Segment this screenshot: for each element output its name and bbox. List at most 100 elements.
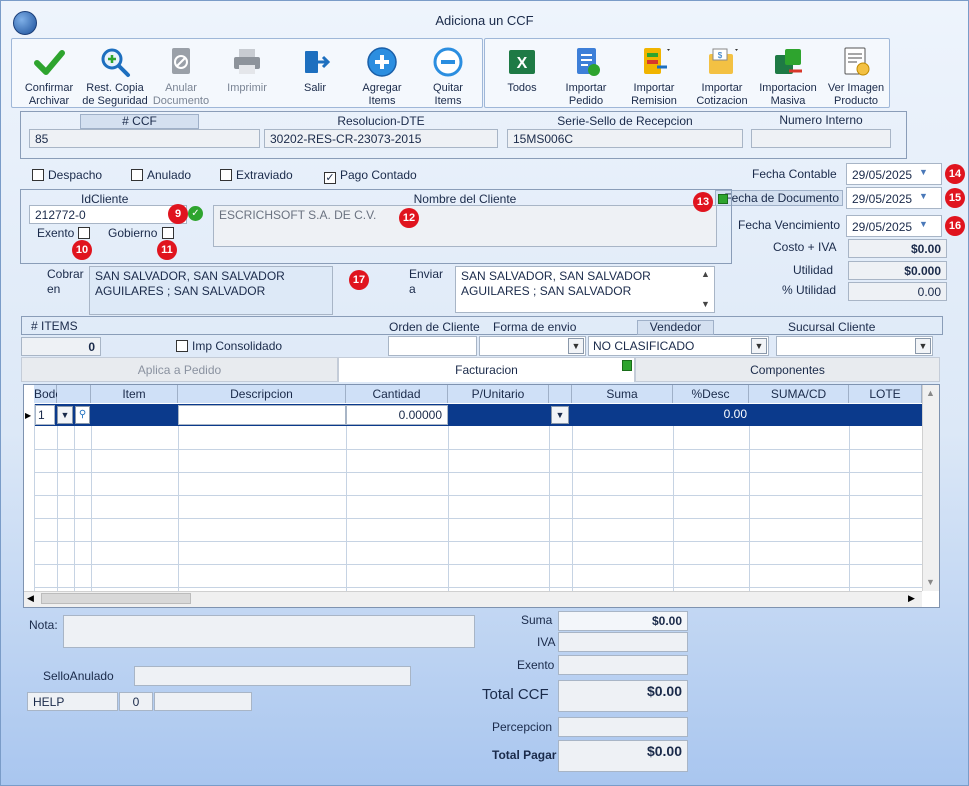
quitar-items-button[interactable]: Quitar Items: [411, 45, 485, 108]
utilidad-field: $0.000: [848, 261, 947, 280]
view-image-icon: [844, 47, 870, 76]
col-desc-header[interactable]: %Desc: [673, 385, 749, 403]
scroll-down-icon[interactable]: ▼: [926, 577, 935, 587]
forma-envio-label: Forma de envio: [493, 320, 577, 334]
chevron-down-icon[interactable]: ▼: [915, 338, 931, 354]
tab-componentes[interactable]: Componentes: [635, 357, 940, 382]
table-row[interactable]: [34, 404, 922, 426]
gobierno-checkbox[interactable]: [162, 227, 174, 239]
resolucion-field[interactable]: 30202-RES-CR-23073-2015: [264, 129, 498, 148]
pct-utilidad-label: % Utilidad: [782, 283, 837, 297]
col-lote-header[interactable]: LOTE: [849, 385, 922, 403]
importar-cotizacion-button[interactable]: $ Importar Cotizacion: [685, 45, 759, 108]
fecha-vencimiento-dropdown-icon[interactable]: ▼: [919, 219, 928, 229]
todos-button[interactable]: X Todos: [485, 45, 559, 95]
serie-sello-field[interactable]: 15MS006C: [507, 129, 743, 148]
numero-interno-field[interactable]: [751, 129, 891, 148]
cell-bodega[interactable]: 1: [35, 405, 55, 425]
salir-button[interactable]: Salir: [278, 45, 352, 95]
grid-line: [34, 449, 922, 450]
total-ccf-field: $0.00: [558, 680, 688, 712]
imp-consolidado-checkbox[interactable]: Imp Consolidado: [176, 339, 282, 353]
agregar-items-button[interactable]: Agregar Items: [345, 45, 419, 108]
fecha-documento-label: Fecha de Documento: [715, 190, 843, 206]
cell-cantidad[interactable]: 0.00000: [346, 405, 448, 425]
serie-sello-label: Serie-Sello de Recepcion: [557, 114, 693, 128]
grid-line: [34, 404, 35, 591]
extraviado-label: Extraviado: [236, 168, 293, 182]
zoom-restore-icon: [101, 48, 130, 77]
col-suma-header[interactable]: Suma: [572, 385, 673, 403]
scroll-right-icon[interactable]: ▶: [908, 593, 915, 604]
extraviado-checkbox[interactable]: Extraviado: [220, 168, 293, 182]
pago-contado-check-box[interactable]: ✓: [324, 172, 336, 184]
forma-envio-select[interactable]: ▼: [479, 336, 586, 356]
imp-consolidado-check-box[interactable]: [176, 340, 188, 352]
col-descripcion-header[interactable]: Descripcion: [178, 385, 346, 403]
marker-12: 12: [399, 208, 419, 228]
exento-checkbox[interactable]: [78, 227, 90, 239]
suma-label: Suma: [521, 613, 553, 627]
importar-remision-button[interactable]: Importar Remision: [617, 45, 691, 108]
col-cantidad-header[interactable]: Cantidad: [346, 385, 448, 403]
pago-contado-checkbox[interactable]: ✓ Pago Contado: [324, 168, 417, 184]
cell-descripcion[interactable]: [178, 405, 346, 425]
importacion-masiva-button[interactable]: Importacion Masiva: [751, 45, 825, 108]
vertical-scrollbar[interactable]: [922, 385, 939, 591]
ccf-number-field[interactable]: 85: [29, 129, 260, 148]
percepcion-label: Percepcion: [492, 720, 553, 734]
ver-imagen-button[interactable]: Ver Imagen Producto: [819, 45, 893, 108]
scrollbar-thumb[interactable]: [41, 593, 191, 604]
despacho-checkbox[interactable]: Despacho: [32, 168, 102, 182]
vendedor-value: NO CLASIFICADO: [593, 339, 695, 353]
enviar-a-field[interactable]: SAN SALVADOR, SAN SALVADOR AGUILARES ; S…: [455, 266, 715, 313]
anulado-check-box[interactable]: [131, 169, 143, 181]
toolbar-import: X Todos Importar Pedido Importar Remisio…: [484, 38, 890, 108]
despacho-check-box[interactable]: [32, 169, 44, 181]
search-icon[interactable]: ⚲: [75, 406, 90, 424]
tab-facturacion[interactable]: Facturacion: [338, 357, 635, 382]
idcliente-field[interactable]: 212772-0: [29, 205, 187, 224]
anular-documento-button[interactable]: Anular Documento: [144, 45, 218, 108]
enviar-scroll-up-icon[interactable]: ▲: [701, 269, 710, 279]
grid-line: [346, 426, 347, 591]
grid-line: [178, 426, 179, 591]
marker-10: 10: [72, 240, 92, 260]
chevron-down-icon[interactable]: ▼: [568, 338, 584, 354]
confirmar-archivar-button[interactable]: Confirmar Archivar: [12, 45, 86, 108]
scroll-left-icon[interactable]: ◀: [27, 593, 34, 604]
col-item-header[interactable]: Item: [91, 385, 178, 403]
enviar-scroll-down-icon[interactable]: ▼: [701, 299, 710, 309]
cobrar-en-field[interactable]: SAN SALVADOR, SAN SALVADOR AGUILARES ; S…: [89, 266, 333, 315]
col-sumacd-header[interactable]: SUMA/CD: [749, 385, 849, 403]
scroll-up-icon[interactable]: ▲: [926, 388, 935, 398]
chevron-down-icon[interactable]: ▼: [551, 406, 569, 424]
anulado-checkbox[interactable]: Anulado: [131, 168, 191, 182]
fecha-vencimiento-label: Fecha Vencimiento: [738, 218, 841, 232]
extraviado-check-box[interactable]: [220, 169, 232, 181]
imprimir-button[interactable]: Imprimir: [210, 45, 284, 95]
vendedor-select[interactable]: NO CLASIFICADO ▼: [588, 336, 769, 356]
col-bodega-header[interactable]: Bodega: [34, 385, 75, 403]
sello-anulado-field[interactable]: [134, 666, 411, 686]
chevron-down-icon[interactable]: ▼: [57, 406, 73, 424]
tab-aplica-pedido[interactable]: Aplica a Pedido: [21, 357, 338, 382]
nota-field[interactable]: [63, 615, 475, 648]
nombre-cliente-field[interactable]: ESCRICHSOFT S.A. DE C.V.: [213, 205, 717, 247]
fecha-contable-dropdown-icon[interactable]: ▼: [919, 167, 928, 177]
cell-desc-pct[interactable]: 0.00: [673, 407, 747, 421]
chevron-down-icon[interactable]: ▼: [751, 338, 767, 354]
sucursal-cliente-select[interactable]: ▼: [776, 336, 933, 356]
importar-pedido-button[interactable]: Importar Pedido: [549, 45, 623, 108]
fecha-documento-dropdown-icon[interactable]: ▼: [919, 191, 928, 201]
gobierno-label: Gobierno: [108, 226, 158, 240]
grid-line: [849, 426, 850, 591]
todos-label: Todos: [507, 82, 537, 94]
total-pagar-label: Total Pagar: [492, 748, 557, 762]
client-valid-check-icon[interactable]: ✓: [188, 206, 203, 221]
grid-line: [749, 426, 750, 591]
bulk-import-icon: [775, 49, 802, 74]
col-punitario-header[interactable]: P/Unitario: [448, 385, 549, 403]
orden-cliente-field[interactable]: [388, 336, 477, 356]
rest-copia-button[interactable]: Rest. Copia de Seguridad: [78, 45, 152, 108]
